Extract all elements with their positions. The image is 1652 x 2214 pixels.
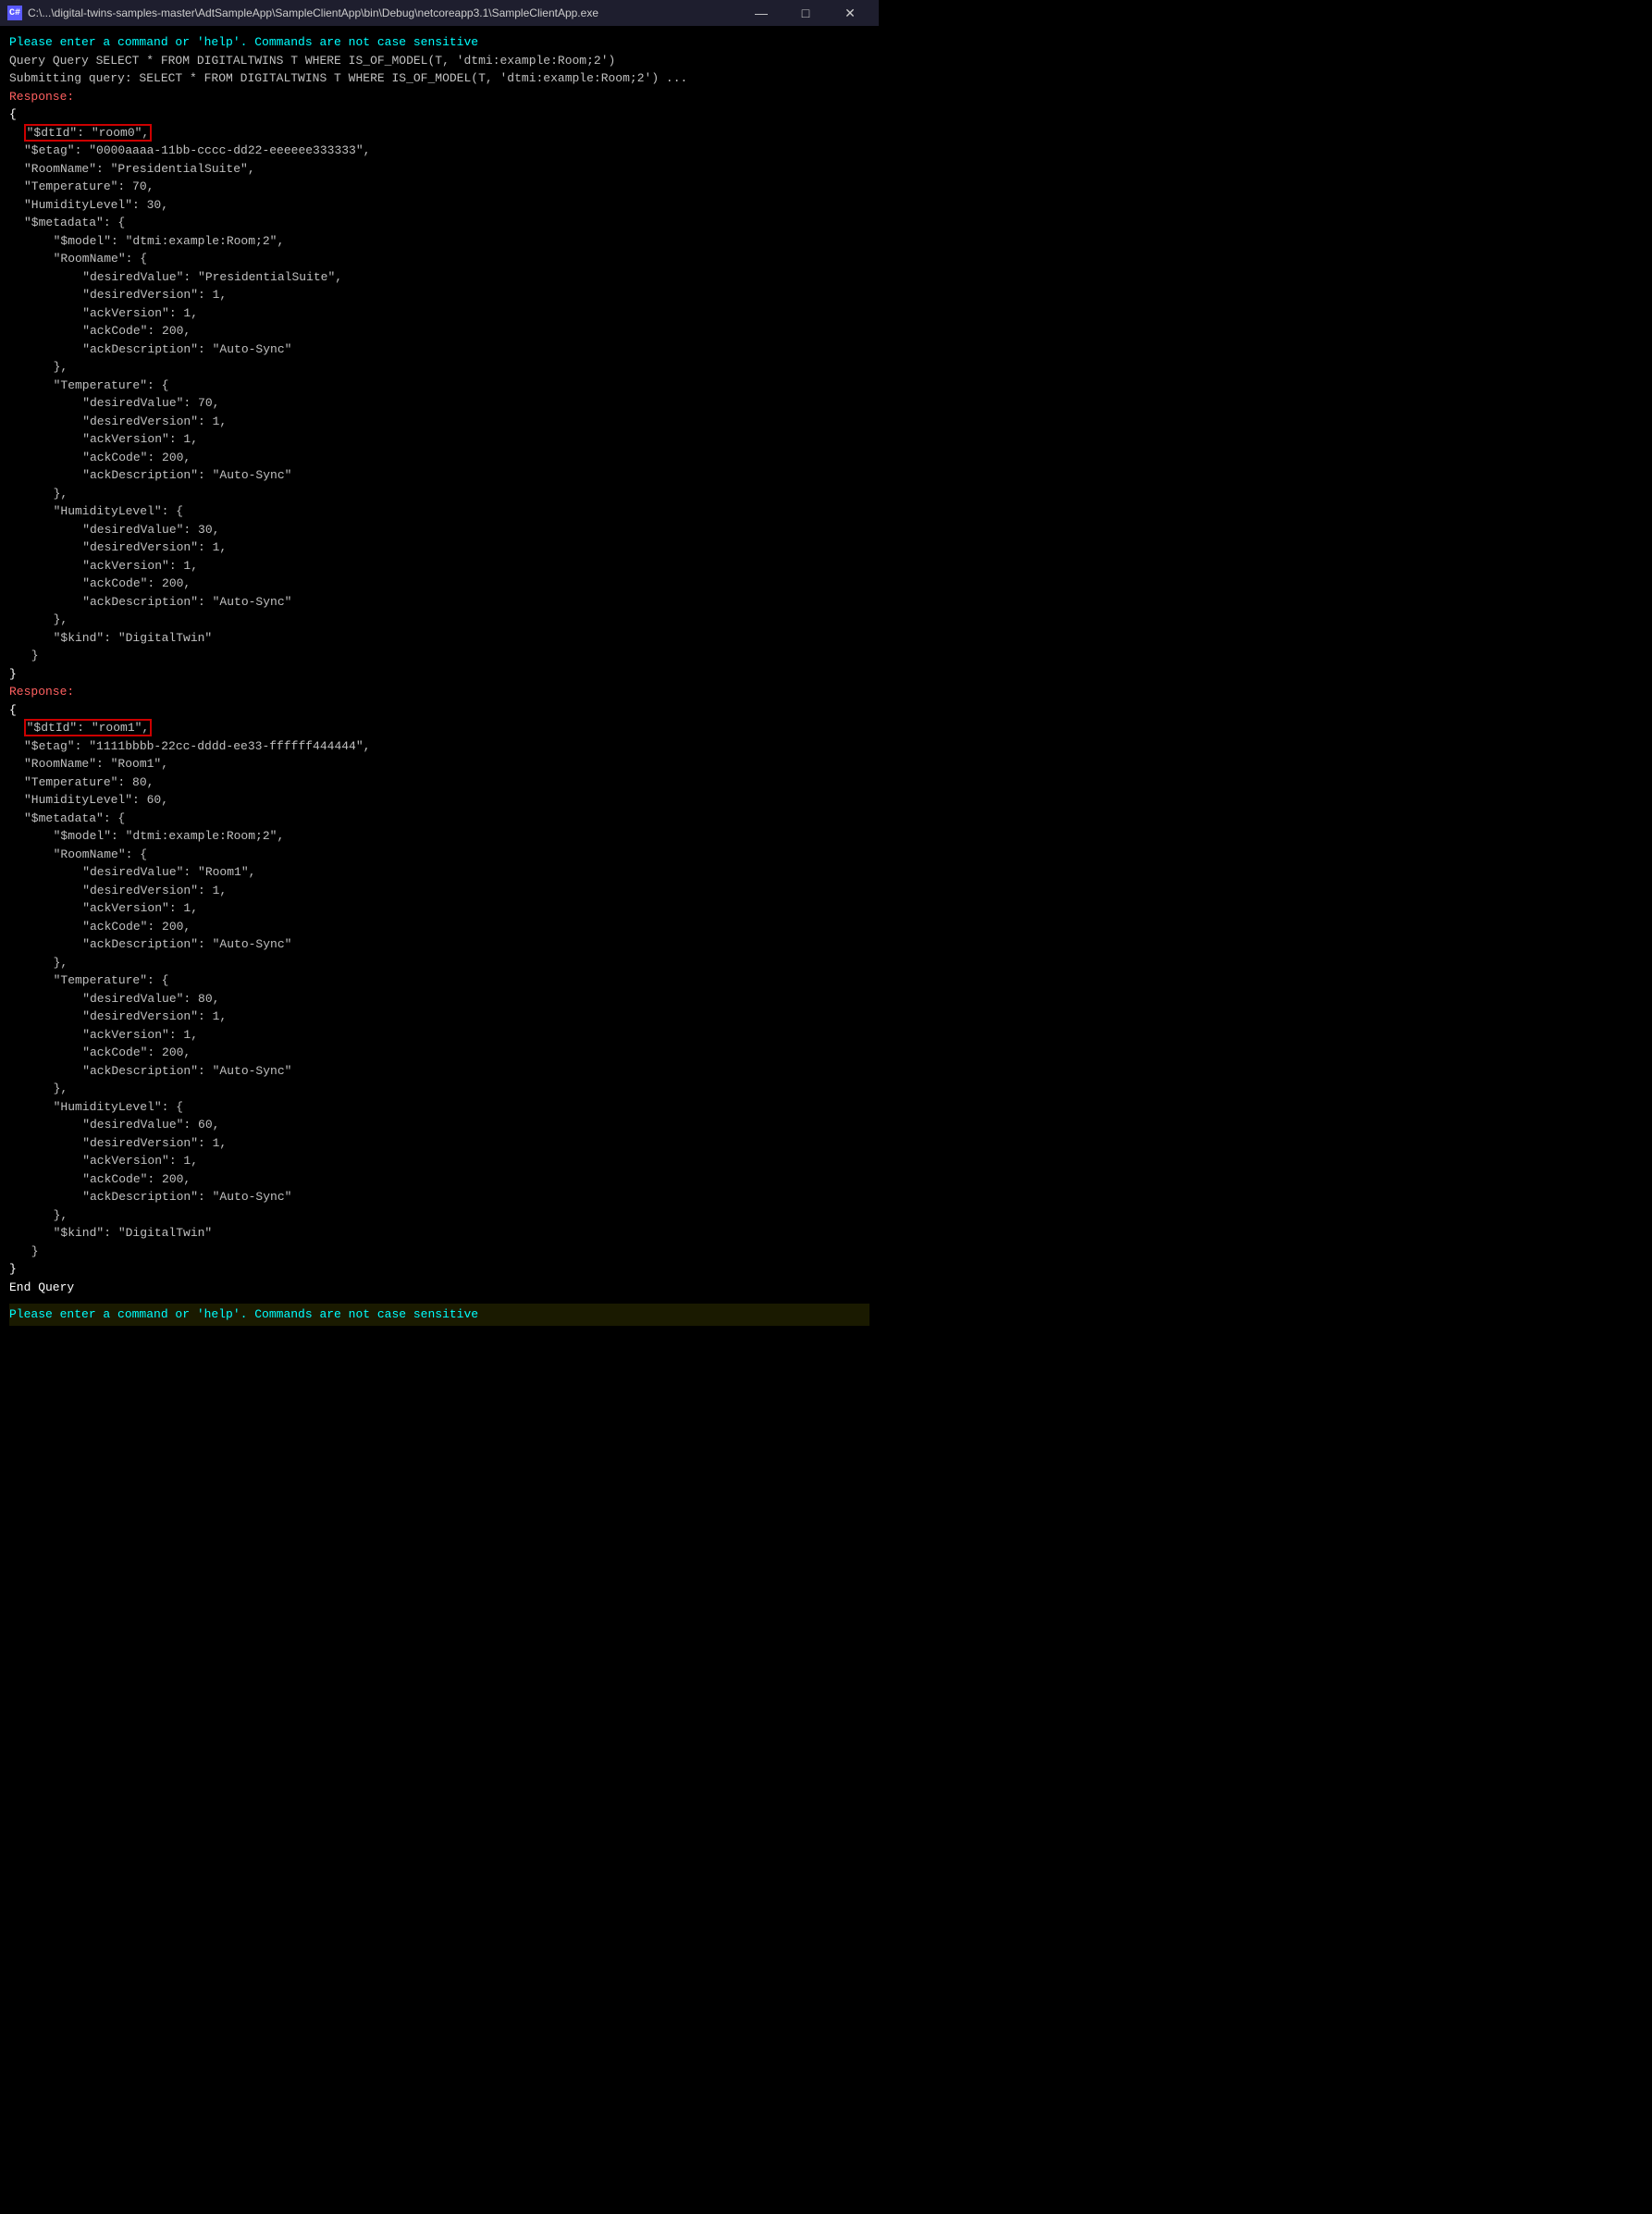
room1-metadata-open: "$metadata": { (9, 810, 869, 828)
room0-close-obj: } (9, 665, 869, 684)
room0-ack-version-3: "ackVersion": 1, (9, 557, 869, 575)
room1-close-1: }, (9, 954, 869, 972)
room1-ack-code-1: "ackCode": 200, (9, 918, 869, 936)
title-bar-path: C:\...\digital-twins-samples-master\AdtS… (28, 6, 598, 19)
room0-desired-version-1: "desiredVersion": 1, (9, 286, 869, 304)
room1-dtid-highlight: "$dtId": "room1", (24, 719, 153, 736)
terminal-window: Please enter a command or 'help'. Comman… (0, 26, 879, 2214)
room0-close-3: }, (9, 611, 869, 629)
response-label-1: Response: (9, 88, 869, 106)
room1-close-obj: } (9, 1260, 869, 1279)
room0-desired-value-70: "desiredValue": 70, (9, 394, 869, 413)
room1-open-brace: { (9, 701, 869, 720)
query-label: Query (9, 54, 53, 68)
room1-desired-value-room1: "desiredValue": "Room1", (9, 863, 869, 882)
prompt-line-2: Please enter a command or 'help'. Comman… (9, 1304, 869, 1326)
prompt-line-1: Please enter a command or 'help'. Comman… (9, 33, 869, 52)
room0-desired-value-pres: "desiredValue": "PresidentialSuite", (9, 268, 869, 287)
room1-ack-desc-3: "ackDescription": "Auto-Sync" (9, 1188, 869, 1206)
title-bar: C# C:\...\digital-twins-samples-master\A… (0, 0, 879, 26)
room0-roomname-meta-open: "RoomName": { (9, 250, 869, 268)
room0-open-brace: { (9, 105, 869, 124)
room1-desired-value-60: "desiredValue": 60, (9, 1116, 869, 1134)
title-bar-controls: — □ ✕ (740, 0, 871, 26)
room1-ack-code-3: "ackCode": 200, (9, 1170, 869, 1189)
room0-ack-desc-2: "ackDescription": "Auto-Sync" (9, 466, 869, 485)
room0-ack-desc-3: "ackDescription": "Auto-Sync" (9, 593, 869, 612)
room1-kind: "$kind": "DigitalTwin" (9, 1224, 869, 1243)
room1-ack-code-2: "ackCode": 200, (9, 1044, 869, 1062)
room0-model: "$model": "dtmi:example:Room;2", (9, 232, 869, 251)
room1-desired-version-1: "desiredVersion": 1, (9, 882, 869, 900)
room0-humid-meta-open: "HumidityLevel": { (9, 502, 869, 521)
room1-model: "$model": "dtmi:example:Room;2", (9, 827, 869, 846)
end-query-line: End Query (9, 1279, 869, 1297)
room1-etag: "$etag": "1111bbbb-22cc-dddd-ee33-ffffff… (9, 737, 869, 756)
room0-kind: "$kind": "DigitalTwin" (9, 629, 869, 648)
maximize-button[interactable]: □ (784, 0, 827, 26)
room1-ack-desc-2: "ackDescription": "Auto-Sync" (9, 1062, 869, 1081)
room1-temperature: "Temperature": 80, (9, 773, 869, 792)
minimize-button[interactable]: — (740, 0, 783, 26)
room1-ack-version-1: "ackVersion": 1, (9, 899, 869, 918)
room1-desired-value-80: "desiredValue": 80, (9, 990, 869, 1008)
room0-dtid-highlight: "$dtId": "room0", (24, 124, 153, 142)
room1-roomname: "RoomName": "Room1", (9, 755, 869, 773)
room1-desired-version-2: "desiredVersion": 1, (9, 1008, 869, 1026)
response-label-2: Response: (9, 683, 869, 701)
room0-roomname: "RoomName": "PresidentialSuite", (9, 160, 869, 179)
query-input-line: Query Query SELECT * FROM DIGITALTWINS T… (9, 52, 869, 70)
room0-close-2: }, (9, 485, 869, 503)
room1-humidity: "HumidityLevel": 60, (9, 791, 869, 810)
room0-desired-value-30: "desiredValue": 30, (9, 521, 869, 539)
query-text: Query SELECT * FROM DIGITALTWINS T WHERE… (53, 54, 616, 68)
room0-ack-desc-1: "ackDescription": "Auto-Sync" (9, 340, 869, 359)
room0-etag: "$etag": "0000aaaa-11bb-cccc-dd22-eeeeee… (9, 142, 869, 160)
room0-temp-meta-open: "Temperature": { (9, 377, 869, 395)
room0-desired-version-3: "desiredVersion": 1, (9, 538, 869, 557)
spacer (9, 1296, 869, 1304)
room0-metadata-open: "$metadata": { (9, 214, 869, 232)
room0-ack-code-1: "ackCode": 200, (9, 322, 869, 340)
room1-roomname-meta-open: "RoomName": { (9, 846, 869, 864)
room1-close-meta: } (9, 1243, 869, 1261)
room1-ack-version-3: "ackVersion": 1, (9, 1152, 869, 1170)
app-icon: C# (7, 6, 22, 20)
room1-dtid-line: "$dtId": "room1", (9, 719, 869, 737)
room0-humidity: "HumidityLevel": 30, (9, 196, 869, 215)
room1-ack-desc-1: "ackDescription": "Auto-Sync" (9, 935, 869, 954)
room0-close-1: }, (9, 358, 869, 377)
room0-desired-version-2: "desiredVersion": 1, (9, 413, 869, 431)
title-bar-left: C# C:\...\digital-twins-samples-master\A… (7, 6, 598, 20)
room0-ack-version-2: "ackVersion": 1, (9, 430, 869, 449)
room0-ack-code-2: "ackCode": 200, (9, 449, 869, 467)
submitting-line: Submitting query: SELECT * FROM DIGITALT… (9, 69, 869, 88)
room0-ack-code-3: "ackCode": 200, (9, 575, 869, 593)
room1-temp-meta-open: "Temperature": { (9, 971, 869, 990)
close-button[interactable]: ✕ (829, 0, 871, 26)
room1-desired-version-3: "desiredVersion": 1, (9, 1134, 869, 1153)
room0-temperature: "Temperature": 70, (9, 178, 869, 196)
room0-ack-version-1: "ackVersion": 1, (9, 304, 869, 323)
room1-close-3: }, (9, 1206, 869, 1225)
room0-close-meta: } (9, 647, 869, 665)
room0-dtid-line: "$dtId": "room0", (9, 124, 869, 142)
room1-humid-meta-open: "HumidityLevel": { (9, 1098, 869, 1117)
room1-ack-version-2: "ackVersion": 1, (9, 1026, 869, 1045)
room1-close-2: }, (9, 1080, 869, 1098)
